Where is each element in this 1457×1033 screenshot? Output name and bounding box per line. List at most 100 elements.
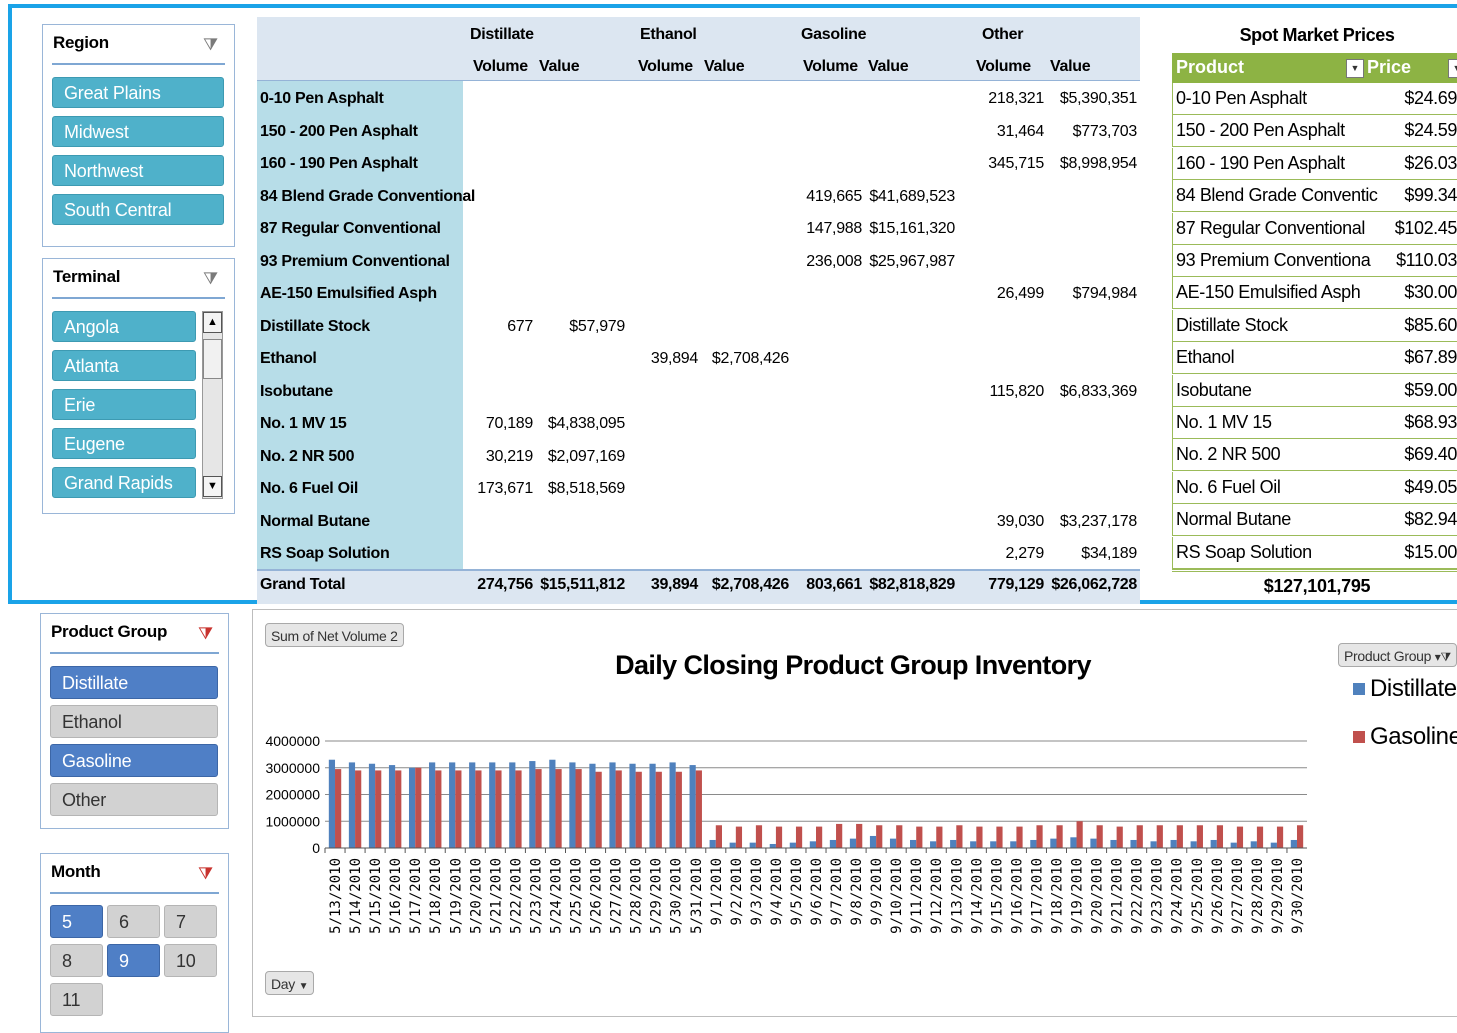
- terminal-slicer: Terminal ⧩ Angola Atlanta Erie Eugene Gr…: [42, 258, 235, 514]
- pivot-total-cell: $26,062,728: [1051, 576, 1137, 593]
- terminal-item-atlanta[interactable]: Atlanta: [52, 350, 196, 381]
- bar-distillate: [368, 763, 376, 848]
- spot-product: Isobutane: [1176, 379, 1252, 400]
- spot-product: Normal Butane: [1176, 509, 1291, 530]
- bar-gasoline: [595, 771, 602, 848]
- pivot-total-cell: 779,129: [988, 576, 1044, 593]
- product-filter-dropdown-icon[interactable]: ▼: [1346, 59, 1364, 78]
- bar-distillate: [709, 839, 716, 848]
- pivot-cell: 236,008: [806, 252, 862, 270]
- bar-distillate: [749, 842, 756, 848]
- bar-distillate: [569, 762, 576, 848]
- month-item-11[interactable]: 11: [50, 983, 103, 1016]
- pivot-cell: 26,499: [996, 285, 1044, 302]
- pivot-subheader: Value: [868, 58, 909, 75]
- month-item-10[interactable]: 10: [164, 944, 217, 977]
- bar-distillate: [1090, 838, 1097, 848]
- x-tick-label: 9/14/2010: [969, 858, 985, 934]
- month-slicer: Month ⧩ 5 6 7 8 9 10 11: [40, 853, 229, 1033]
- spot-price: $110.03: [1396, 250, 1457, 270]
- product-group-item-ethanol[interactable]: Ethanol: [50, 705, 218, 738]
- pivot-group-header[interactable]: Other: [982, 26, 1023, 44]
- pivot-subheader: Volume: [976, 58, 1031, 75]
- scroll-up-arrow-icon[interactable]: ▲: [203, 312, 222, 333]
- clear-filter-icon[interactable]: ⧩: [198, 864, 213, 884]
- scroll-thumb[interactable]: [203, 339, 222, 379]
- clear-filter-icon[interactable]: ⧩: [203, 269, 218, 289]
- clear-filter-icon[interactable]: ⧩: [203, 35, 218, 55]
- spot-row: AE-150 Emulsified Asph $30.00: [1172, 277, 1457, 310]
- terminal-item-angola[interactable]: Angola: [52, 311, 196, 342]
- region-item-midwest[interactable]: Midwest: [52, 116, 224, 147]
- product-group-item-gasoline[interactable]: Gasoline: [50, 744, 218, 777]
- x-tick-label: 9/10/2010: [889, 858, 905, 934]
- pivot-cell: 173,671: [477, 480, 533, 497]
- spot-row: No. 1 MV 15 $68.93: [1172, 407, 1457, 439]
- month-item-7[interactable]: 7: [164, 905, 217, 938]
- bar-distillate: [549, 759, 556, 848]
- bar-distillate: [769, 843, 776, 848]
- bar-distillate: [589, 763, 596, 848]
- product-group-item-other[interactable]: Other: [50, 783, 218, 816]
- bar-gasoline: [936, 826, 943, 848]
- bar-distillate: [1010, 841, 1017, 848]
- bar-distillate: [1150, 841, 1157, 848]
- terminal-item-eugene[interactable]: Eugene: [52, 428, 196, 459]
- x-tick-label: 9/21/2010: [1110, 858, 1126, 934]
- x-tick-label: 9/8/2010: [849, 858, 865, 925]
- bar-gasoline: [1256, 826, 1264, 848]
- spot-row: 87 Regular Conventional $102.45: [1172, 212, 1457, 245]
- region-item-great-plains[interactable]: Great Plains: [52, 77, 224, 108]
- bar-distillate: [529, 761, 536, 848]
- month-item-9[interactable]: 9: [107, 944, 160, 977]
- price-filter-dropdown-icon[interactable]: ▼: [1448, 59, 1457, 78]
- region-item-south-central[interactable]: South Central: [52, 194, 224, 225]
- x-tick-label: 9/9/2010: [869, 858, 885, 925]
- spot-row: No. 2 NR 500 $69.40: [1172, 439, 1457, 472]
- terminal-item-erie[interactable]: Erie: [52, 389, 196, 420]
- spot-row: 150 - 200 Pen Asphalt $24.59: [1172, 115, 1457, 148]
- product-group-slicer: Product Group ⧩ Distillate Ethanol Gasolin…: [40, 613, 229, 829]
- pivot-group-header[interactable]: Gasoline: [801, 26, 866, 44]
- terminal-item-grand-rapids[interactable]: Grand Rapids: [52, 467, 196, 498]
- pivot-cell: 677: [507, 317, 533, 335]
- bar-distillate: [950, 839, 957, 848]
- spot-price: $49.05: [1404, 476, 1457, 497]
- pivot-group-header[interactable]: Distillate: [470, 26, 534, 44]
- bar-distillate: [889, 838, 897, 848]
- pivot-cell: 2,279: [1005, 545, 1044, 562]
- pivot-header-divider: [257, 80, 1140, 81]
- month-item-8[interactable]: 8: [50, 944, 103, 977]
- spot-price: $26.03: [1404, 152, 1457, 173]
- bar-gasoline: [695, 770, 702, 848]
- bar-gasoline: [1216, 825, 1224, 848]
- x-tick-label: 9/20/2010: [1090, 858, 1106, 934]
- x-tick-label: 9/11/2010: [909, 858, 925, 934]
- legend-swatch: [1353, 683, 1365, 695]
- y-tick-label: 1000000: [265, 813, 320, 829]
- scroll-down-arrow-icon[interactable]: ▼: [203, 476, 222, 497]
- bar-gasoline: [1156, 825, 1163, 848]
- bar-gasoline: [655, 771, 662, 848]
- clear-filter-icon[interactable]: ⧩: [198, 624, 213, 644]
- bar-distillate: [489, 762, 496, 848]
- month-item-5[interactable]: 5: [50, 905, 103, 938]
- spot-grand-total: $127,101,795: [1172, 569, 1457, 602]
- region-item-northwest[interactable]: Northwest: [52, 155, 224, 186]
- x-tick-label: 5/19/2010: [448, 858, 464, 934]
- y-tick-label: 4000000: [265, 733, 320, 749]
- pivot-subheader: Volume: [638, 58, 693, 75]
- slicer-divider: [50, 892, 219, 894]
- bar-distillate: [449, 762, 456, 848]
- product-group-item-distillate[interactable]: Distillate: [50, 666, 218, 699]
- month-item-6[interactable]: 6: [107, 905, 160, 938]
- x-tick-label: 9/7/2010: [829, 858, 845, 925]
- x-tick-label: 5/14/2010: [348, 858, 364, 934]
- spot-product: No. 1 MV 15: [1176, 412, 1272, 432]
- bar-distillate: [1290, 839, 1297, 848]
- pivot-cell: $34,189: [1081, 545, 1137, 562]
- pivot-group-header[interactable]: Ethanol: [640, 26, 697, 44]
- spot-price: $24.59: [1404, 120, 1457, 141]
- pivot-cell: $3,237,178: [1059, 512, 1137, 530]
- bar-gasoline: [816, 826, 823, 848]
